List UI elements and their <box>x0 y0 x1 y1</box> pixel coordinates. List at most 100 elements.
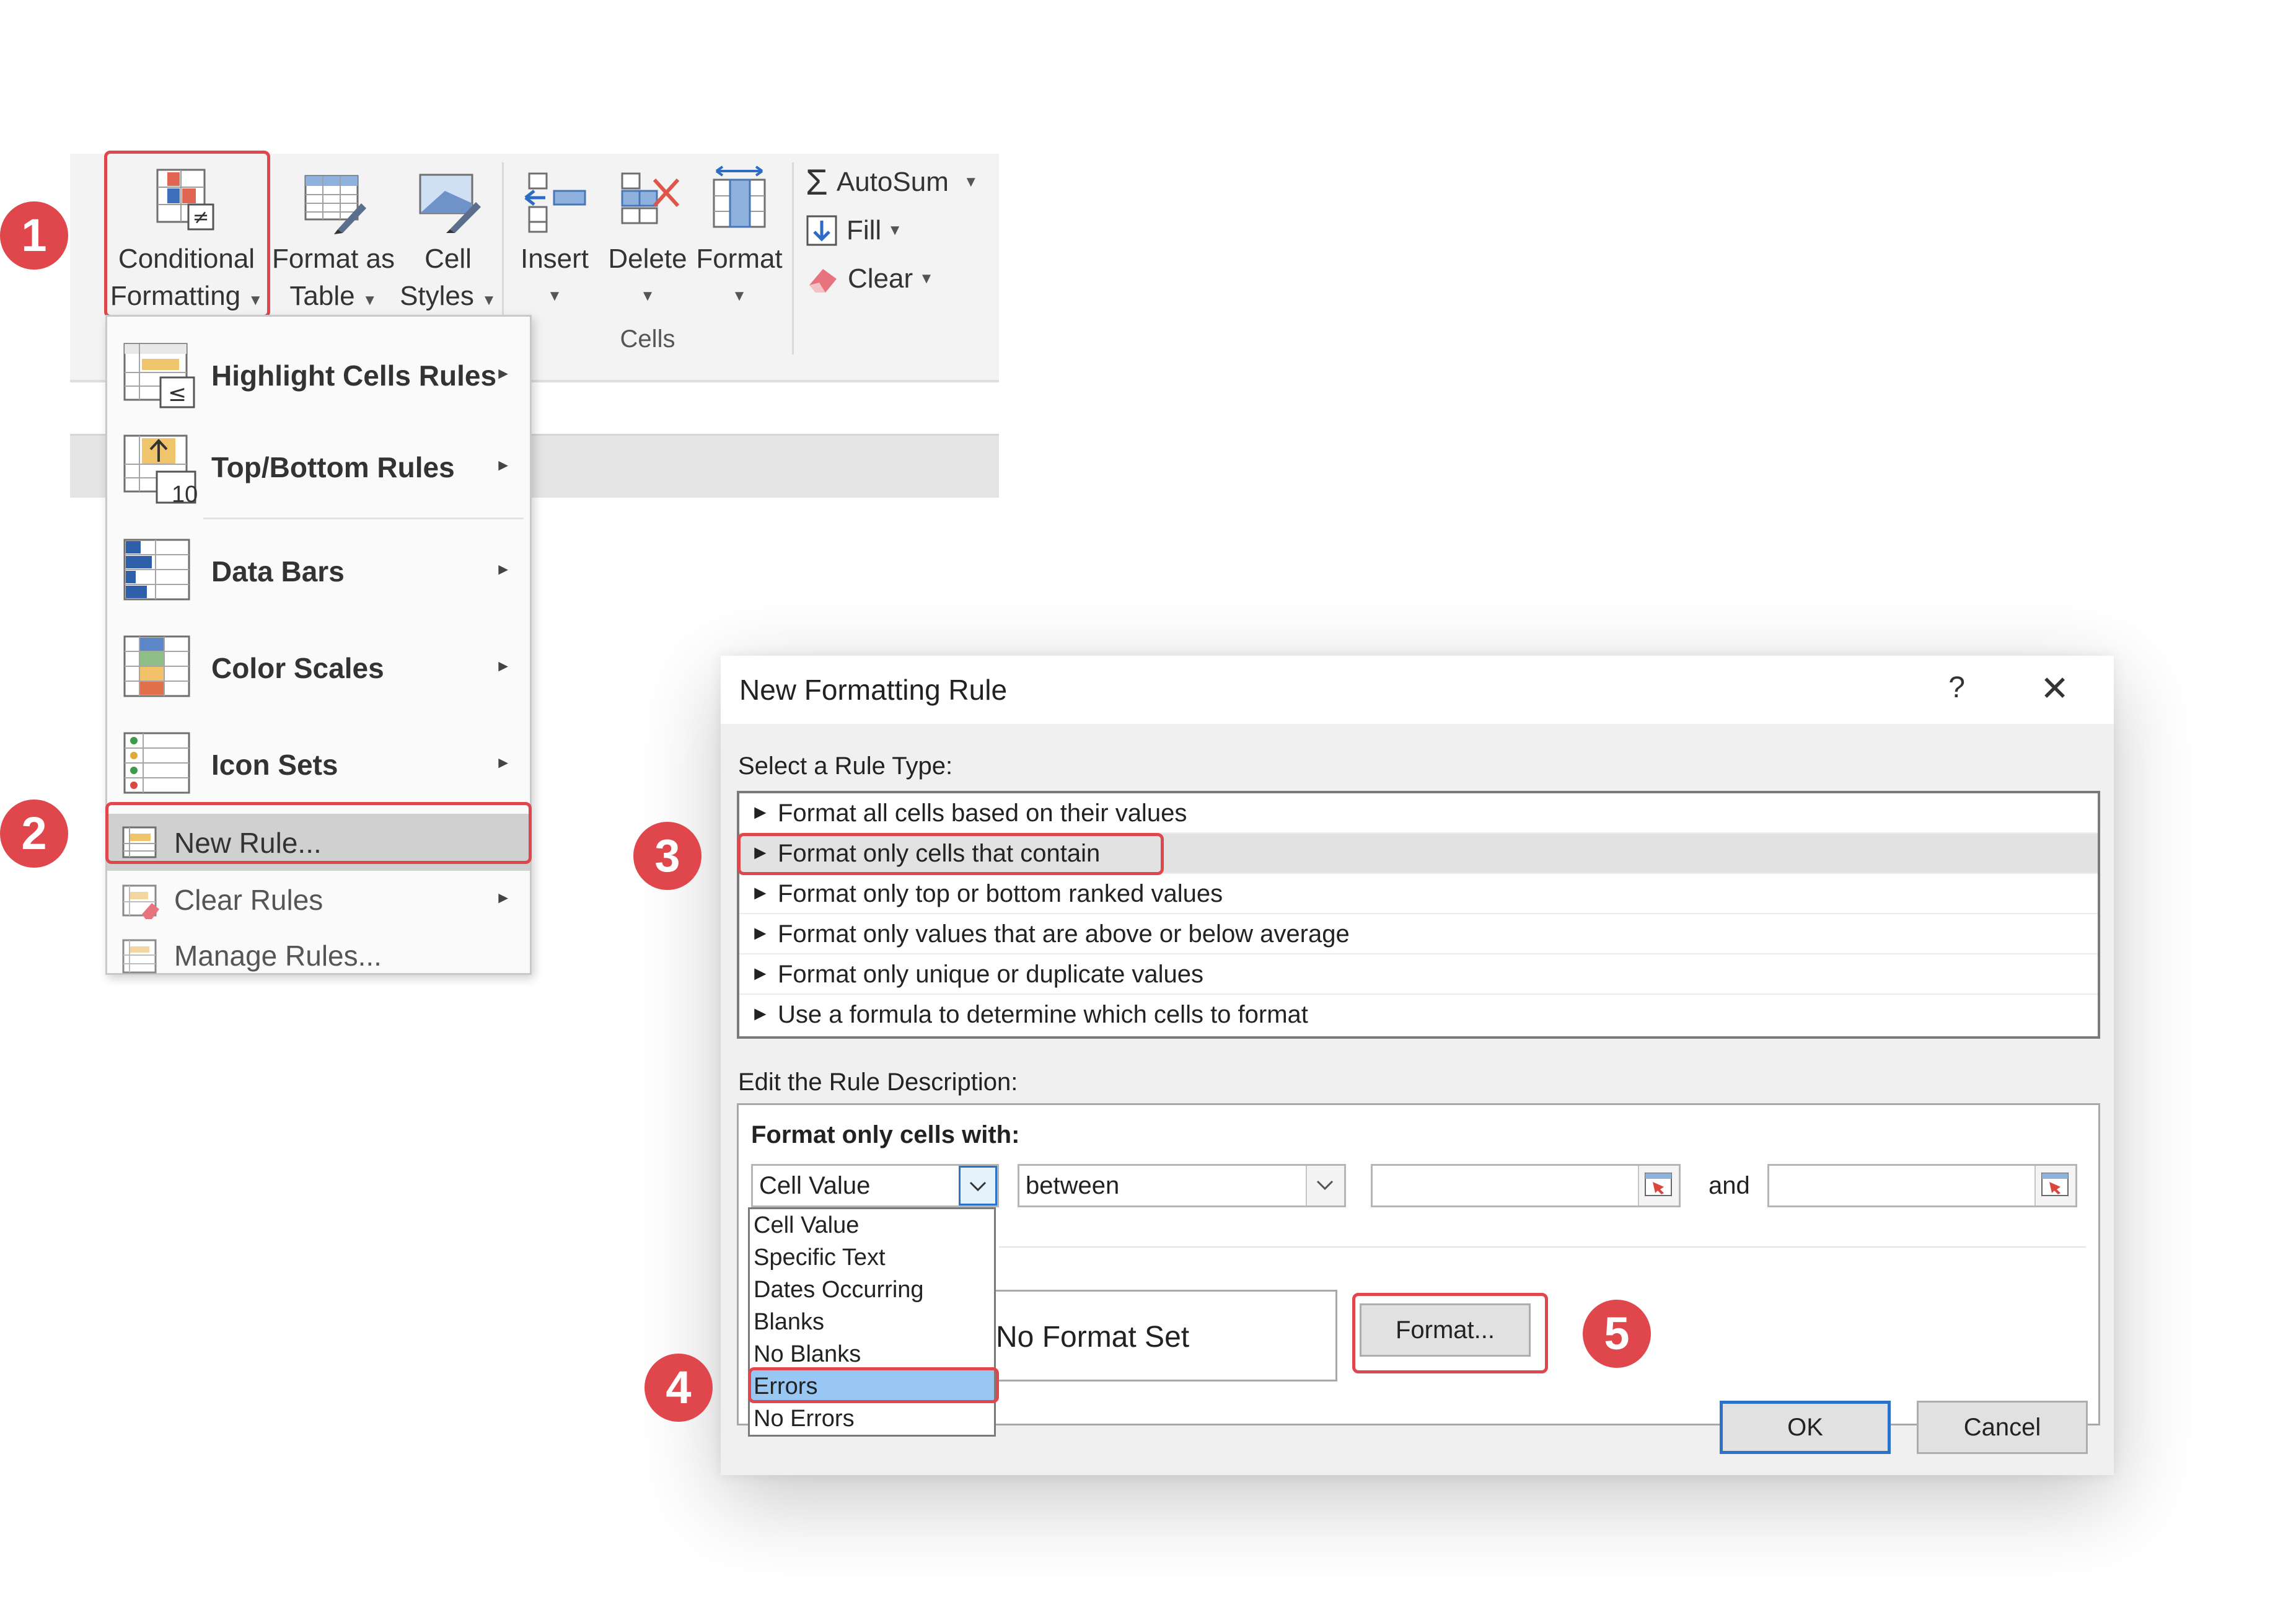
rule-type-item[interactable]: ► Use a formula to determine which cells … <box>739 995 2098 1035</box>
menu-item-label: Color Scales <box>211 652 384 684</box>
edit-rule-description-label: Edit the Rule Description: <box>738 1068 1018 1096</box>
condition-option[interactable]: No Errors <box>750 1403 994 1435</box>
step-5-badge: 5 <box>1583 1300 1651 1368</box>
clear-button[interactable]: Clear ▼ <box>806 259 934 299</box>
svg-text:≤: ≤ <box>168 381 187 407</box>
preview-text: No Format Set <box>996 1321 1190 1354</box>
rule-type-label: Use a formula to determine which cells t… <box>778 1001 1308 1028</box>
step-2-badge: 2 <box>0 800 68 868</box>
autosum-button[interactable]: Σ AutoSum ▼ <box>806 162 979 203</box>
submenu-arrow-icon: ► <box>495 560 511 578</box>
step-4-highlight <box>748 1367 999 1403</box>
step-3-badge: 3 <box>633 822 702 890</box>
and-label: and <box>1709 1172 1750 1199</box>
condition-option[interactable]: Dates Occurring <box>750 1274 994 1306</box>
color-scales-icon <box>123 635 190 697</box>
format-label: Format <box>696 244 783 274</box>
step-1-highlight <box>104 151 270 318</box>
step-4-badge: 4 <box>644 1354 713 1422</box>
cancel-button-label: Cancel <box>1963 1414 2041 1441</box>
submenu-arrow-icon: ► <box>495 364 511 382</box>
select-rule-type-label: Select a Rule Type: <box>738 752 953 780</box>
condition-option[interactable]: Specific Text <box>750 1241 994 1274</box>
format-as-table-button[interactable]: Format as Table ▼ <box>270 154 397 315</box>
menu-item-label: Highlight Cells Rules <box>211 359 497 392</box>
menu-item-color-scales[interactable]: Color Scales ► <box>107 619 530 712</box>
rule-type-label: Format all cells based on their values <box>778 800 1187 827</box>
menu-item-clear-rules[interactable]: Clear Rules ► <box>107 872 530 929</box>
cancel-button[interactable]: Cancel <box>1917 1401 2088 1454</box>
dropdown-caret-icon: ▼ <box>887 222 902 239</box>
condition-option[interactable]: Blanks <box>750 1306 994 1338</box>
dialog-title-bar: New Formatting Rule ? ✕ <box>721 656 2114 724</box>
condition-combo[interactable]: Cell Value <box>751 1164 999 1207</box>
menu-item-label: Data Bars <box>211 555 345 588</box>
chevron-down-icon[interactable] <box>959 1166 997 1205</box>
operator-combo[interactable]: between <box>1018 1164 1346 1207</box>
submenu-arrow-icon: ► <box>495 753 511 772</box>
bullet-arrow-icon: ► <box>750 1002 770 1024</box>
rule-type-label: Format only values that are above or bel… <box>778 920 1350 948</box>
format-as-table-icon <box>304 175 366 234</box>
chevron-down-icon[interactable] <box>1306 1166 1344 1205</box>
cell-styles-icon <box>419 174 481 233</box>
autosum-label: AutoSum <box>836 167 949 197</box>
cells-group-label: Cells <box>620 325 675 353</box>
rule-type-label: Format only top or bottom ranked values <box>778 880 1223 907</box>
condition-combo-value: Cell Value <box>759 1172 871 1199</box>
fill-down-icon <box>806 215 837 246</box>
delete-button[interactable]: Delete ▼ <box>601 154 694 315</box>
ok-button[interactable]: OK <box>1720 1401 1891 1454</box>
insert-button[interactable]: Insert ▼ <box>508 154 601 315</box>
condition-option[interactable]: Cell Value <box>750 1209 994 1241</box>
menu-item-data-bars[interactable]: Data Bars ► <box>107 522 530 615</box>
data-bars-icon <box>123 539 190 601</box>
rule-type-list[interactable]: ► Format all cells based on their values … <box>737 791 2100 1039</box>
fill-button[interactable]: Fill ▼ <box>806 211 902 250</box>
submenu-arrow-icon: ► <box>495 888 511 907</box>
rule-type-label: Format only unique or duplicate values <box>778 961 1204 988</box>
range-selector-icon[interactable] <box>1638 1166 1679 1205</box>
rule-type-item[interactable]: ► Format all cells based on their values <box>739 793 2098 834</box>
first-value-input[interactable] <box>1371 1164 1681 1207</box>
condition-option[interactable]: No Blanks <box>750 1338 994 1370</box>
range-selector-icon[interactable] <box>2034 1166 2075 1205</box>
cell-styles-button[interactable]: Cell Styles ▼ <box>397 154 499 315</box>
rule-type-item[interactable]: ► Format only top or bottom ranked values <box>739 874 2098 914</box>
format-cells-button[interactable]: Format ▼ <box>693 154 786 315</box>
format-preview: No Format Set <box>980 1290 1337 1381</box>
menu-item-manage-rules[interactable]: Manage Rules... <box>107 929 530 986</box>
step-2-highlight <box>105 802 532 864</box>
fill-label: Fill <box>847 215 882 245</box>
operator-combo-value: between <box>1026 1172 1120 1199</box>
section-divider <box>999 1246 2086 1248</box>
menu-item-top-bottom-rules[interactable]: 10 Top/Bottom Rules ► <box>107 422 530 509</box>
menu-item-icon-sets[interactable]: Icon Sets ► <box>107 716 530 809</box>
conditional-formatting-menu: ≤ Highlight Cells Rules ► 10 Top/Bottom … <box>105 315 532 975</box>
rule-type-item[interactable]: ► Format only unique or duplicate values <box>739 954 2098 995</box>
second-value-input[interactable] <box>1767 1164 2077 1207</box>
sigma-icon: Σ <box>806 162 828 203</box>
ok-button-label: OK <box>1787 1414 1823 1441</box>
menu-item-label: Manage Rules... <box>174 940 382 972</box>
format-as-table-label-1: Format as <box>271 244 395 274</box>
step-1-badge: 1 <box>0 201 68 270</box>
format-as-table-label-2: Table <box>289 281 355 311</box>
format-only-cells-with-label: Format only cells with: <box>751 1121 1020 1148</box>
delete-cells-icon <box>621 172 680 224</box>
step-5-highlight <box>1352 1293 1548 1373</box>
icon-sets-icon <box>123 732 190 794</box>
close-icon[interactable]: ✕ <box>2040 668 2069 709</box>
menu-separator <box>203 518 524 519</box>
dropdown-caret-icon: ▼ <box>919 270 934 287</box>
submenu-arrow-icon: ► <box>495 456 511 474</box>
dropdown-caret-icon: ▼ <box>362 292 377 309</box>
insert-label: Insert <box>520 244 589 274</box>
bullet-arrow-icon: ► <box>750 881 770 904</box>
help-icon[interactable]: ? <box>1948 671 1965 705</box>
rule-type-item[interactable]: ► Format only values that are above or be… <box>739 914 2098 954</box>
dropdown-caret-icon: ▼ <box>547 288 562 304</box>
cell-styles-label-2: Styles <box>400 281 474 311</box>
clear-rules-icon <box>122 884 159 919</box>
menu-item-highlight-cells-rules[interactable]: ≤ Highlight Cells Rules ► <box>107 330 530 417</box>
